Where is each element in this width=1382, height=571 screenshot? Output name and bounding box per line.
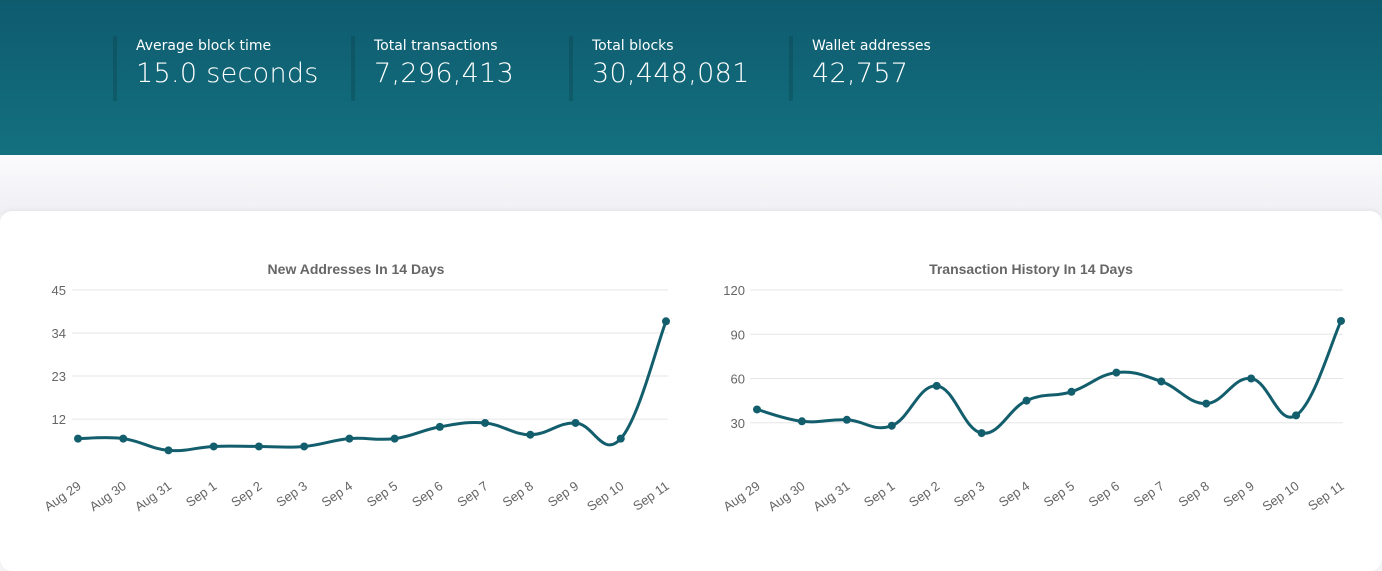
y-tick-label: 23 [52, 369, 66, 384]
data-point[interactable] [74, 434, 82, 443]
new-addresses-chart[interactable]: New Addresses In 14 Days 12233445Aug 29 A… [41, 261, 671, 514]
x-tick-label: Sep 4 [996, 478, 1032, 510]
y-tick-label: 34 [52, 326, 66, 341]
x-tick-label: Sep 5 [1041, 478, 1077, 510]
x-tick-label: Aug 29 [720, 478, 762, 514]
x-tick-label: Sep 9 [545, 478, 581, 510]
data-point[interactable] [1157, 377, 1166, 386]
x-tick-label: Sep 2 [906, 478, 942, 510]
x-tick-label: Sep 1 [861, 478, 897, 510]
series-line [77, 320, 668, 453]
x-tick-label: Sep 6 [409, 478, 445, 510]
data-point[interactable] [390, 434, 399, 443]
data-point[interactable] [1067, 387, 1076, 396]
data-point[interactable] [887, 421, 896, 430]
y-tick-label: 60 [731, 372, 745, 387]
x-tick-label: Aug 31 [132, 478, 174, 514]
data-point[interactable] [435, 422, 444, 431]
transaction-history-chart[interactable]: Transaction History In 14 Days 30 60 90 120… [720, 261, 1346, 514]
x-tick-label: Sep 9 [1220, 478, 1256, 510]
data-point[interactable] [753, 405, 761, 414]
data-point[interactable] [209, 442, 218, 451]
data-point[interactable] [1112, 368, 1121, 377]
x-tick-label: Aug 29 [41, 478, 83, 514]
x-tick-label: Sep 10 [1259, 478, 1301, 514]
data-point[interactable] [616, 434, 625, 443]
data-point[interactable] [977, 429, 986, 438]
x-tick-label: Sep 1 [183, 478, 219, 510]
charts-canvas: New Addresses In 14 Days 12233445Aug 29 A… [41, 261, 1346, 514]
x-tick-label: Sep 4 [319, 478, 355, 510]
data-point[interactable] [1022, 396, 1031, 405]
y-tick-label: 90 [731, 327, 745, 342]
data-point[interactable] [662, 317, 670, 326]
x-tick-label: Aug 30 [765, 478, 807, 514]
y-tick-label: 12 [52, 412, 66, 427]
x-tick-label: Sep 5 [364, 478, 400, 510]
data-point[interactable] [1292, 411, 1301, 420]
x-tick-label: Sep 2 [228, 478, 264, 510]
x-tick-label: Sep 3 [273, 478, 309, 510]
y-tick-label: 45 [52, 283, 66, 298]
data-point[interactable] [797, 417, 806, 426]
x-tick-label: Sep 7 [1131, 478, 1167, 510]
data-point[interactable] [164, 446, 173, 455]
data-point[interactable] [1202, 399, 1211, 408]
x-tick-label: Sep 7 [454, 478, 490, 510]
data-point[interactable] [571, 418, 580, 427]
x-tick-label: Sep 10 [584, 478, 626, 514]
x-tick-label: Sep 11 [1305, 478, 1347, 513]
x-tick-label: Aug 31 [810, 478, 852, 514]
data-point[interactable] [345, 434, 354, 443]
data-point[interactable] [119, 434, 128, 443]
data-point[interactable] [932, 381, 941, 390]
y-tick-label: 120 [723, 283, 745, 298]
x-tick-label: Sep 6 [1086, 478, 1122, 510]
chart-title: New Addresses In 14 Days [268, 261, 445, 277]
data-point[interactable] [300, 442, 309, 451]
x-tick-label: Sep 8 [1176, 478, 1212, 510]
data-point[interactable] [1337, 316, 1345, 325]
x-tick-label: Aug 30 [87, 478, 129, 514]
data-point[interactable] [254, 442, 263, 451]
x-tick-label: Sep 11 [630, 478, 672, 513]
x-tick-label: Sep 8 [500, 478, 536, 510]
data-point[interactable] [842, 415, 851, 424]
data-point[interactable] [481, 418, 490, 427]
data-point[interactable] [526, 430, 535, 439]
x-tick-label: Sep 3 [951, 478, 987, 510]
chart-title: Transaction History In 14 Days [929, 261, 1133, 277]
data-point[interactable] [1247, 374, 1256, 383]
y-tick-label: 30 [731, 416, 745, 431]
